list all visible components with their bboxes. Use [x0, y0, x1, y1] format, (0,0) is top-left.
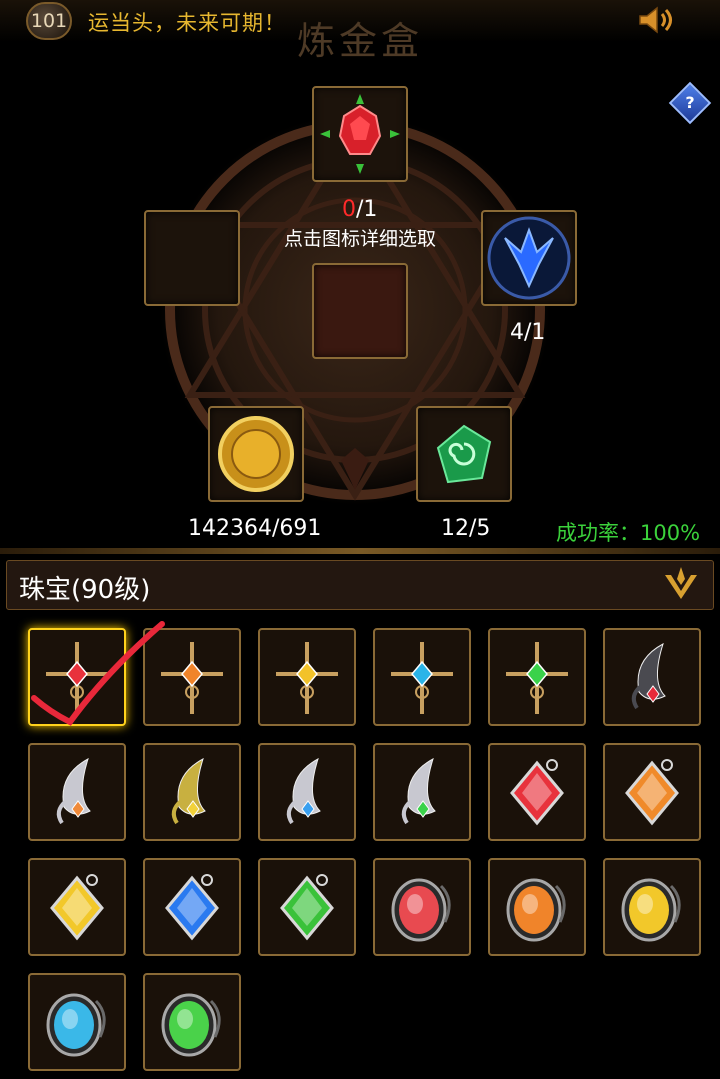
item-slot[interactable]	[373, 743, 471, 841]
item-slot[interactable]	[28, 628, 126, 726]
speaker-icon[interactable]	[636, 4, 676, 36]
jewel-cross-icon	[46, 642, 108, 714]
item-slot[interactable]	[373, 628, 471, 726]
jewel-wing-icon	[286, 757, 321, 825]
green-spiral-icon	[436, 424, 492, 484]
jewel-wing-icon	[56, 757, 91, 825]
jewel-diamond-icon	[165, 874, 219, 941]
jewel-oval-icon	[46, 993, 106, 1057]
left-material-slot[interactable]	[144, 210, 240, 306]
jewel-wing-gold-icon	[171, 757, 206, 825]
blue-crystal-icon	[487, 216, 571, 300]
divider	[0, 548, 720, 554]
gold-slot[interactable]	[208, 406, 304, 502]
item-slot[interactable]	[143, 743, 241, 841]
right-material-slot[interactable]	[481, 210, 577, 306]
item-slot[interactable]	[488, 628, 586, 726]
target-gem-count: 0/1	[342, 197, 378, 222]
gold-coin-icon	[218, 416, 294, 492]
item-slot[interactable]	[488, 858, 586, 956]
target-gem-slot[interactable]	[312, 86, 408, 182]
gold-count: 142364/691	[188, 516, 322, 541]
item-slot[interactable]	[603, 858, 701, 956]
jewel-wing-icon	[401, 757, 436, 825]
jewel-diamond-icon	[280, 874, 334, 941]
select-hint: 点击图标详细选取	[283, 228, 436, 250]
right-material-count: 4/1	[510, 320, 546, 345]
item-slot[interactable]	[143, 973, 241, 1071]
jewel-diamond-icon	[510, 759, 564, 826]
item-slot[interactable]	[143, 858, 241, 956]
result-slot[interactable]	[312, 263, 408, 359]
help-icon: ?	[685, 93, 695, 112]
red-gem-icon	[320, 94, 400, 174]
page-title: 炼金盒	[296, 19, 423, 63]
item-slot[interactable]	[258, 743, 356, 841]
item-slot[interactable]	[603, 743, 701, 841]
category-dropdown[interactable]: 珠宝(90级)	[6, 560, 714, 610]
jewel-diamond-icon	[625, 759, 679, 826]
jewel-oval-icon	[621, 878, 681, 942]
item-slot[interactable]	[28, 858, 126, 956]
item-slot[interactable]	[28, 743, 126, 841]
jewel-oval-icon	[161, 993, 221, 1057]
item-slot[interactable]	[258, 858, 356, 956]
essence-count: 12/5	[441, 516, 491, 541]
jewel-cross-icon	[506, 642, 568, 714]
item-slot[interactable]	[488, 743, 586, 841]
item-slot[interactable]	[143, 628, 241, 726]
essence-slot[interactable]	[416, 406, 512, 502]
help-button[interactable]: ?	[668, 81, 712, 125]
item-slot[interactable]	[258, 628, 356, 726]
jewel-diamond-icon	[50, 874, 104, 941]
jewel-oval-icon	[506, 878, 566, 942]
success-rate: 成功率：100%	[556, 521, 701, 545]
jewel-oval-icon	[391, 878, 451, 942]
chevron-down-icon[interactable]	[661, 565, 701, 605]
jewel-wing-dark-icon	[631, 642, 666, 710]
jewel-cross-icon	[391, 642, 453, 714]
jewel-cross-icon	[161, 642, 223, 714]
item-slot[interactable]	[603, 628, 701, 726]
item-slot[interactable]	[373, 858, 471, 956]
item-slot[interactable]	[28, 973, 126, 1071]
jewel-cross-icon	[276, 642, 338, 714]
category-label: 珠宝(90级)	[19, 575, 151, 605]
